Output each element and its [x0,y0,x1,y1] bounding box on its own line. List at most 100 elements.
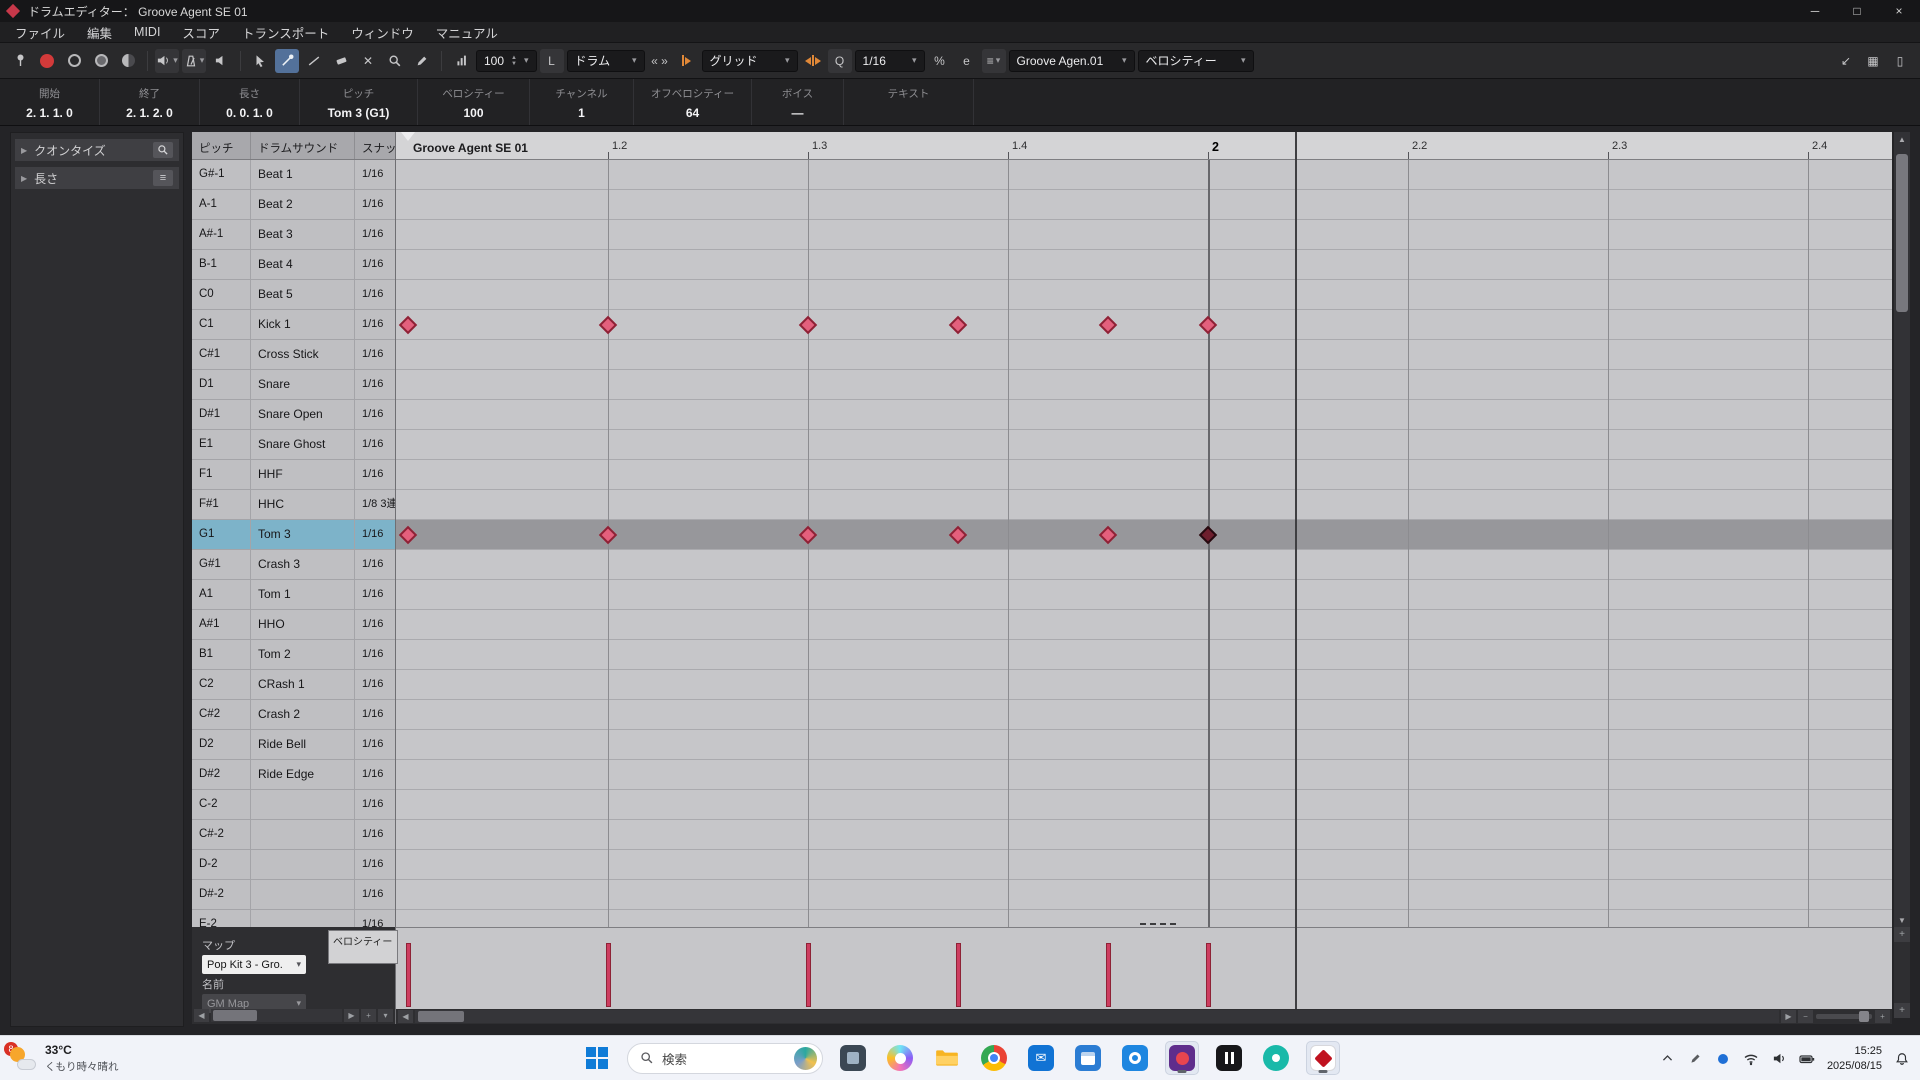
grid-row-B1[interactable] [396,640,1892,670]
drum-row-C2[interactable]: C2 CRash 1 1/16 [192,670,395,700]
zoom-tool[interactable] [383,49,407,73]
magnifier-icon[interactable] [153,142,173,158]
velocity-bar[interactable] [406,943,411,1007]
infoline-field-5[interactable]: チャンネル 1 [530,79,634,125]
scroll-right-icon[interactable]: ▶ [1781,1010,1796,1023]
battery-icon[interactable] [1799,1050,1816,1067]
weather-widget[interactable]: 8 33°C くもり時々晴れ [4,1040,119,1077]
menu-item-1[interactable]: 編集 [76,21,123,44]
column-header-1[interactable]: ドラムサウンド [251,132,355,159]
taskbar-app-calendar[interactable] [1071,1041,1105,1075]
taskbar-app-daw[interactable] [1212,1041,1246,1075]
scroll-left-icon[interactable]: ◀ [194,1009,209,1022]
list-scroll-track[interactable] [211,1009,342,1022]
drum-row-E1[interactable]: E1 Snare Ghost 1/16 [192,430,395,460]
infoline-field-8[interactable]: テキスト [844,79,974,125]
snap-cell[interactable]: 1/16 [355,910,395,927]
taskbar-app-media[interactable] [1259,1041,1293,1075]
chevron-down-icon[interactable]: ▾ [785,55,790,66]
monitor-button[interactable] [209,49,233,73]
drum-row-C-2[interactable]: C-2 1/16 [192,790,395,820]
grid-row-D1[interactable] [396,370,1892,400]
step-input-button[interactable] [89,49,113,73]
drum-row-A1[interactable]: A1 Tom 1 1/16 [192,580,395,610]
corner-zoom-icon[interactable]: + [1894,1003,1910,1018]
grid-row-D#1[interactable] [396,400,1892,430]
part-start-marker[interactable] [401,132,415,141]
output-mapping-select[interactable]: Groove Agen.01 ▾ [1008,49,1135,72]
infoline-field-1[interactable]: 終了 2. 1. 2. 0 [100,79,200,125]
grid-row-C2[interactable] [396,670,1892,700]
snap-cell[interactable]: 1/16 [355,220,395,249]
infoline-field-2[interactable]: 長さ 0. 0. 1. 0 [200,79,300,125]
taskbar-app-explorer[interactable] [930,1041,964,1075]
drum-row-D1[interactable]: D1 Snare 1/16 [192,370,395,400]
scroll-left-icon[interactable]: ◀ [398,1010,413,1023]
drum-row-C#2[interactable]: C#2 Crash 2 1/16 [192,700,395,730]
drum-row-B1[interactable]: B1 Tom 2 1/16 [192,640,395,670]
snap-cell[interactable]: 1/16 [355,310,395,339]
grid-scroll-track[interactable] [415,1010,1779,1023]
scroll-right-icon[interactable]: ▶ [344,1009,359,1022]
notification-bell-icon[interactable] [1893,1050,1910,1067]
snap-cell[interactable]: 1/16 [355,790,395,819]
search-box[interactable]: 検索 [627,1042,823,1074]
grid-row-D2[interactable] [396,730,1892,760]
drum-row-G#1[interactable]: G#1 Crash 3 1/16 [192,550,395,580]
chevron-down-icon[interactable]: ▾ [632,55,637,66]
mute-tool[interactable]: ✕ [356,49,380,73]
drum-row-G1[interactable]: G1 Tom 3 1/16 [192,520,395,550]
playhead-cursor[interactable] [1295,132,1297,1009]
note-grid[interactable] [396,160,1892,927]
grid-type-select[interactable]: グリッド ▾ [701,49,798,72]
column-header-0[interactable]: ピッチ [192,132,251,159]
drum-row-F#1[interactable]: F#1 HHC 1/8 3連 [192,490,395,520]
time-ruler[interactable]: Groove Agent SE 01 1.2 1.3 1.4 2 2.2 2.3 2.4 [396,132,1892,160]
snap-cell[interactable]: 1/8 3連 [355,490,395,519]
vzoom-in-icon[interactable]: + [1894,927,1910,942]
grid-row-F#1[interactable] [396,490,1892,520]
hzoom-track[interactable] [1816,1011,1872,1022]
grid-scroll-thumb[interactable] [418,1011,464,1022]
insert-velocity-icon-button[interactable] [449,49,473,73]
snap-cell[interactable]: 1/16 [355,880,395,909]
snap-cell[interactable]: 1/16 [355,610,395,639]
column-header-2[interactable]: スナップ [355,132,395,159]
grid-row-C#2[interactable] [396,700,1892,730]
snap-cell[interactable]: 1/16 [355,280,395,309]
metronome-button[interactable]: ▾ [182,48,206,73]
snap-cell[interactable]: 1/16 [355,190,395,219]
velocity-bar[interactable] [956,943,961,1007]
event-colors-button[interactable]: ≡ ▾ [981,48,1006,73]
right-zone-button[interactable]: ▯ [1888,49,1912,73]
pin-editor-button[interactable] [8,49,32,73]
volume-icon[interactable] [1771,1050,1788,1067]
snap-cell[interactable]: 1/16 [355,340,395,369]
chevron-down-icon[interactable]: ▾ [524,55,529,66]
search-highlight-image[interactable] [794,1046,817,1070]
grid-row-D-2[interactable] [396,850,1892,880]
menu-item-5[interactable]: ウィンドウ [340,21,425,44]
taskbar-app-mail[interactable]: ✉ [1024,1041,1058,1075]
snap-cell[interactable]: 1/16 [355,700,395,729]
editor-mode-select[interactable]: ドラム ▾ [566,49,645,72]
grid-row-A-1[interactable] [396,190,1892,220]
vscroll-track[interactable] [1894,146,1910,913]
snap-cell[interactable]: 1/16 [355,820,395,849]
preset-menu-icon[interactable]: ▾ [378,1009,393,1022]
grid-row-B-1[interactable] [396,250,1892,280]
drum-row-C#-2[interactable]: C#-2 1/16 [192,820,395,850]
drum-row-D#-2[interactable]: D#-2 1/16 [192,880,395,910]
taskbar-app-chrome[interactable] [977,1041,1011,1075]
drum-row-B-1[interactable]: B-1 Beat 4 1/16 [192,250,395,280]
grid-row-A#-1[interactable] [396,220,1892,250]
close-button[interactable]: × [1878,0,1920,22]
drum-row-C#1[interactable]: C#1 Cross Stick 1/16 [192,340,395,370]
acoustic-feedback-button[interactable] [62,49,86,73]
grid-row-C1[interactable] [396,310,1892,340]
list-hscrollbar[interactable]: ◀ ▶ + ▾ [194,1009,393,1022]
drum-row-D#2[interactable]: D#2 Ride Edge 1/16 [192,760,395,790]
infoline-field-4[interactable]: ベロシティー 100 [418,79,530,125]
maximize-button[interactable]: □ [1836,0,1878,22]
step-down-icon[interactable]: ▼ [511,61,517,67]
